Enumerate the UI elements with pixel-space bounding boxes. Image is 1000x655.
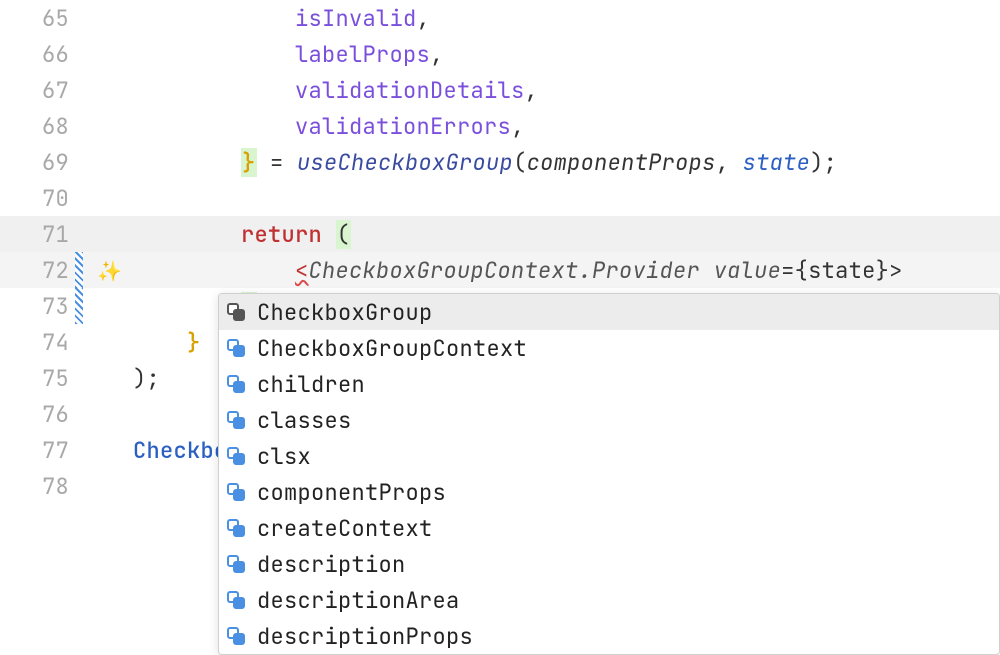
code-line[interactable]: 70 — [0, 180, 1000, 216]
autocomplete-item-label: classes — [257, 406, 352, 435]
suggestion-kind-icon — [225, 481, 247, 503]
gutter-marks — [75, 468, 93, 504]
autocomplete-item[interactable]: descriptionProps — [219, 618, 999, 654]
code-content[interactable]: } = useCheckboxGroup(componentProps, sta… — [133, 148, 1000, 177]
gutter-marks — [75, 144, 93, 180]
code-line[interactable]: 69 } = useCheckboxGroup(componentProps, … — [0, 144, 1000, 180]
line-number: 65 — [0, 4, 75, 33]
gutter-marks — [75, 180, 93, 216]
sparkle-icon[interactable]: ✨ — [97, 258, 122, 284]
code-content[interactable]: return ( — [133, 220, 1000, 249]
gutter-marks — [75, 108, 93, 144]
code-content[interactable]: labelProps, — [133, 40, 1000, 69]
gutter-marks — [75, 0, 93, 36]
suggestion-kind-icon — [225, 373, 247, 395]
autocomplete-item[interactable]: CheckboxGroupContext — [219, 330, 999, 366]
autocomplete-item-label: createContext — [257, 514, 433, 543]
code-content[interactable]: <CheckboxGroupContext.Provider value={st… — [133, 256, 1000, 285]
line-number: 73 — [0, 292, 75, 321]
autocomplete-item[interactable]: classes — [219, 402, 999, 438]
line-number: 74 — [0, 328, 75, 357]
autocomplete-item[interactable]: description — [219, 546, 999, 582]
code-content[interactable]: validationErrors, — [133, 112, 1000, 141]
line-number: 69 — [0, 148, 75, 177]
autocomplete-item-label: description — [257, 550, 406, 579]
line-number: 67 — [0, 76, 75, 105]
code-line[interactable]: 65 isInvalid, — [0, 0, 1000, 36]
code-line[interactable]: 68 validationErrors, — [0, 108, 1000, 144]
autocomplete-item[interactable]: children — [219, 366, 999, 402]
line-number: 72 — [0, 256, 75, 285]
autocomplete-item[interactable]: CheckboxGroup — [219, 294, 999, 330]
suggestion-kind-icon — [225, 625, 247, 647]
gutter-marks — [75, 288, 93, 324]
code-line[interactable]: 71 return ( — [0, 216, 1000, 252]
suggestion-kind-icon — [225, 409, 247, 431]
line-number: 66 — [0, 40, 75, 69]
gutter-marks — [75, 432, 93, 468]
autocomplete-item-label: componentProps — [257, 478, 446, 507]
suggestion-kind-icon — [225, 589, 247, 611]
gutter-marks — [75, 324, 93, 360]
line-number: 71 — [0, 220, 75, 249]
suggestion-kind-icon — [225, 445, 247, 467]
code-line[interactable]: 66 labelProps, — [0, 36, 1000, 72]
ai-suggestion-icon-slot: ✨ — [93, 256, 133, 285]
suggestion-kind-icon — [225, 301, 247, 323]
line-number: 75 — [0, 364, 75, 393]
code-line[interactable]: 67 validationDetails, — [0, 72, 1000, 108]
gutter-marks — [75, 36, 93, 72]
gutter-marks — [75, 216, 93, 252]
line-number: 78 — [0, 472, 75, 501]
line-number: 70 — [0, 184, 75, 213]
line-number: 68 — [0, 112, 75, 141]
autocomplete-item-label: CheckboxGroupContext — [257, 334, 527, 363]
autocomplete-item-label: descriptionArea — [257, 586, 460, 615]
suggestion-kind-icon — [225, 517, 247, 539]
autocomplete-item-label: children — [257, 370, 365, 399]
code-content[interactable]: isInvalid, — [133, 4, 1000, 33]
gutter-marks — [75, 360, 93, 396]
autocomplete-item[interactable]: componentProps — [219, 474, 999, 510]
code-line[interactable]: 72 ✨ <CheckboxGroupContext.Provider value… — [0, 252, 1000, 288]
autocomplete-item-label: CheckboxGroup — [257, 298, 433, 327]
line-number: 77 — [0, 436, 75, 465]
suggestion-kind-icon — [225, 553, 247, 575]
autocomplete-popup[interactable]: CheckboxGroup CheckboxGroupContext childre… — [218, 293, 1000, 655]
gutter-marks — [75, 252, 93, 288]
autocomplete-item[interactable]: createContext — [219, 510, 999, 546]
gutter-marks — [75, 72, 93, 108]
suggestion-kind-icon — [225, 337, 247, 359]
gutter-marks — [75, 396, 93, 432]
code-content[interactable]: validationDetails, — [133, 76, 1000, 105]
autocomplete-item-label: descriptionProps — [257, 622, 473, 651]
autocomplete-item-label: clsx — [257, 442, 311, 471]
line-number: 76 — [0, 400, 75, 429]
autocomplete-item[interactable]: descriptionArea — [219, 582, 999, 618]
autocomplete-item[interactable]: clsx — [219, 438, 999, 474]
